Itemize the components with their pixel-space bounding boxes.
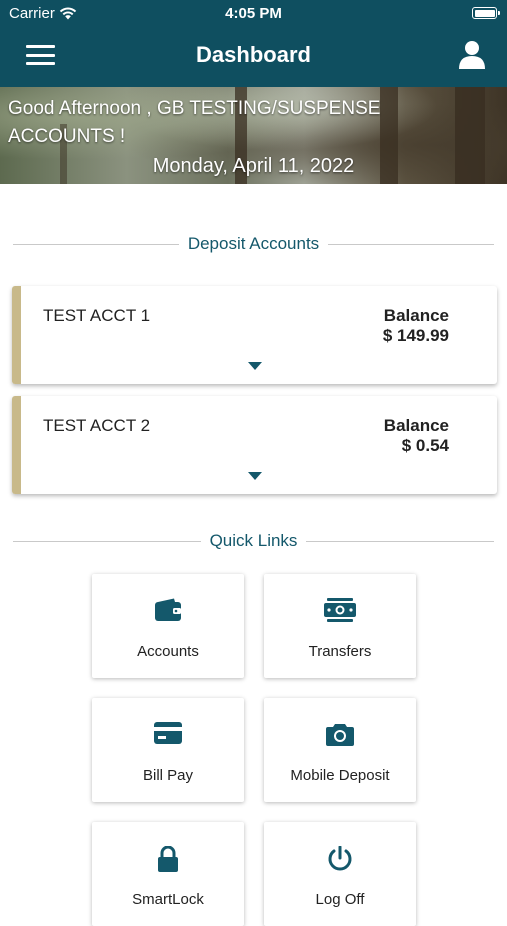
quick-link-smartlock[interactable]: SmartLock (92, 822, 244, 926)
account-name: TEST ACCT 2 (43, 416, 151, 435)
log-off-icon (328, 846, 352, 871)
tile-label: Transfers (308, 643, 372, 660)
quick-links-heading: Quick Links (13, 531, 494, 551)
lock-icon (158, 846, 178, 872)
account-card[interactable]: TEST ACCT 2 Balance $ 0.54 (12, 396, 497, 494)
balance-label: Balance (383, 306, 449, 325)
nav-bar: Dashboard (0, 28, 507, 87)
card-accent (12, 396, 21, 494)
user-profile-icon[interactable] (459, 40, 485, 70)
tile-label: Accounts (137, 643, 199, 660)
money-transfer-icon (324, 598, 356, 622)
quick-link-mobile-deposit[interactable]: Mobile Deposit (264, 698, 416, 802)
account-name: TEST ACCT 1 (43, 306, 151, 325)
section-title: Deposit Accounts (187, 234, 320, 253)
status-bar: Carrier 4:05 PM (0, 0, 507, 28)
account-card[interactable]: TEST ACCT 1 Balance $ 149.99 (12, 286, 497, 384)
status-time: 4:05 PM (225, 5, 282, 22)
balance-value: $ 0.54 (401, 436, 449, 455)
quick-link-bill-pay[interactable]: Bill Pay (92, 698, 244, 802)
greeting-text: Good Afternoon , GB TESTING/SUSPENSE ACC… (8, 98, 381, 147)
app-header: Carrier 4:05 PM Dashboard (0, 0, 507, 87)
hero-banner: Good Afternoon , GB TESTING/SUSPENSE ACC… (0, 87, 507, 184)
battery-icon (472, 7, 500, 19)
camera-icon (326, 724, 354, 746)
chevron-down-icon[interactable] (248, 362, 262, 370)
deposit-accounts-heading: Deposit Accounts (13, 234, 495, 254)
balance-value: $ 149.99 (382, 326, 449, 345)
quick-link-accounts[interactable]: Accounts (92, 574, 244, 678)
wallet-icon (155, 598, 181, 621)
chevron-down-icon[interactable] (248, 472, 262, 480)
current-date: Monday, April 11, 2022 (152, 155, 355, 177)
card-accent (12, 286, 21, 384)
quick-link-log-off[interactable]: Log Off (264, 822, 416, 926)
section-title: Quick Links (209, 531, 298, 550)
credit-card-icon (154, 722, 182, 744)
quick-link-transfers[interactable]: Transfers (264, 574, 416, 678)
page-title: Dashboard (196, 42, 311, 67)
tile-label: Bill Pay (142, 767, 194, 784)
tile-label: Mobile Deposit (290, 767, 390, 784)
balance-label: Balance (383, 416, 449, 435)
